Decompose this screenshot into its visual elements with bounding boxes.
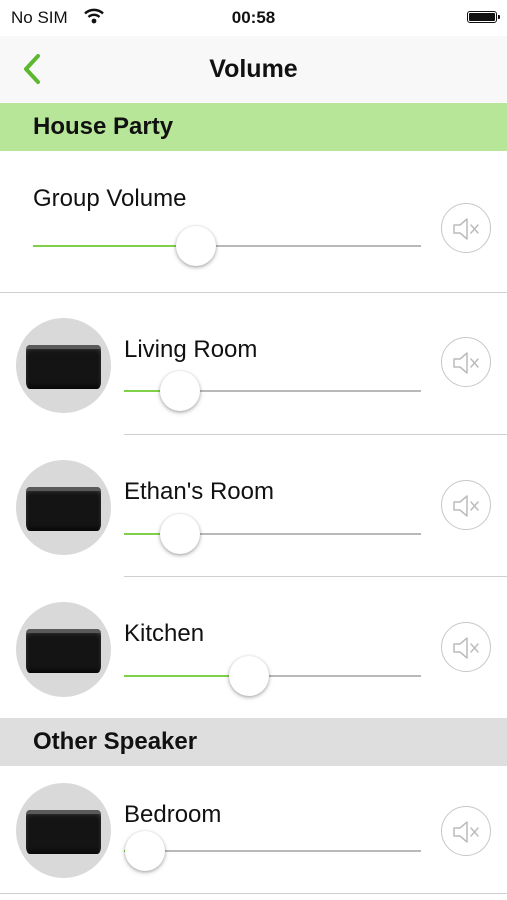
speaker-mute-button[interactable] <box>441 622 491 672</box>
speaker-mute-icon <box>453 218 479 240</box>
speaker-mute-icon <box>453 352 479 374</box>
group-volume-label: Group Volume <box>33 185 187 212</box>
speaker-avatar <box>16 783 111 878</box>
slider-thumb[interactable] <box>175 226 216 266</box>
speaker-name: Ethan's Room <box>124 478 274 505</box>
speaker-volume-slider[interactable] <box>124 831 421 871</box>
speaker-avatar <box>16 460 111 555</box>
speaker-volume-slider[interactable] <box>124 371 421 411</box>
speaker-image <box>26 487 101 531</box>
speaker-image <box>26 345 101 389</box>
group-volume-slider[interactable] <box>33 226 421 266</box>
status-bar: No SIM 00:58 <box>0 0 507 36</box>
speaker-name: Bedroom <box>124 801 222 828</box>
speaker-name: Kitchen <box>124 620 205 647</box>
navigation-bar: Volume <box>0 36 507 102</box>
speaker-volume-slider[interactable] <box>124 514 421 554</box>
speaker-avatar <box>16 602 111 697</box>
slider-thumb[interactable] <box>124 831 165 871</box>
speaker-name: Living Room <box>124 336 258 363</box>
other-speaker-header: Other Speaker <box>0 718 507 766</box>
speaker-mute-icon <box>453 637 479 659</box>
speaker-mute-button[interactable] <box>441 337 491 387</box>
speaker-volume-slider[interactable] <box>124 656 421 696</box>
speaker-mute-icon <box>453 821 479 843</box>
group-mute-button[interactable] <box>441 203 491 253</box>
slider-thumb[interactable] <box>228 656 269 696</box>
battery-icon <box>467 11 500 23</box>
speaker-mute-button[interactable] <box>441 480 491 530</box>
speaker-avatar <box>16 318 111 413</box>
speaker-mute-button[interactable] <box>441 806 491 856</box>
speaker-mute-icon <box>453 495 479 517</box>
speaker-image <box>26 810 101 854</box>
page-title: Volume <box>209 55 298 83</box>
status-time: 00:58 <box>231 8 276 27</box>
group-header: House Party <box>0 103 507 151</box>
slider-thumb[interactable] <box>160 514 201 554</box>
slider-thumb[interactable] <box>160 371 201 411</box>
speaker-image <box>26 629 101 673</box>
